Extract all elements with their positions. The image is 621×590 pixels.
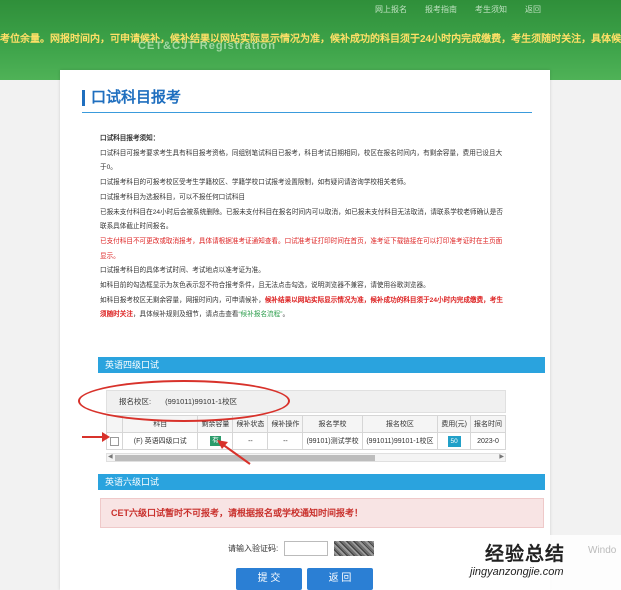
table-row: (F) 英语四级口试 有 -- -- (99101)测试学校 (991011)9… <box>106 432 507 450</box>
annotation-arrow-up-icon <box>217 440 251 465</box>
watermark-url: jingyanzongjie.com <box>470 566 564 578</box>
site-logo-text: CET&CJT Registration <box>138 40 276 52</box>
scroll-right-icon[interactable]: ▶ <box>499 454 504 461</box>
col-header-school: 报名学校 <box>302 415 363 433</box>
table-horizontal-scrollbar[interactable]: ◀ ▶ <box>106 453 506 462</box>
annotation-arrow-left-icon <box>82 432 110 442</box>
title-divider <box>82 112 532 113</box>
notes-line: 口试科目可报考要求考生具有科目报考资格，同组别笔试科目已报考，科目考试日期相同，… <box>100 149 503 172</box>
main-panel: 口试科目报考 口试科目报考须知： 口试科目可报考要求考生具有科目报考资格，同组别… <box>60 70 550 590</box>
top-banner: 网上报名 报考指南 考生须知 返回 考位余量。网报时间内，可申请候补，候补结果以… <box>0 0 621 80</box>
notes-heading: 口试科目报考须知： <box>100 135 160 142</box>
waitlist-suffix: ，具体候补规则及细节，请点击查看 <box>132 311 239 319</box>
page-title: 口试科目报考 <box>82 90 181 106</box>
row-waitlist-action: -- <box>267 432 304 450</box>
cet6-section-header: 英语六级口试 <box>98 474 545 490</box>
cet6-unavailable-alert: CET六级口试暂时不可报考，请根据报名或学校通知时间报考！ <box>100 498 544 528</box>
captcha-image[interactable] <box>334 541 375 556</box>
row-subject: (F) 英语四级口试 <box>121 432 199 450</box>
row-school: (99101)测试学校 <box>302 432 363 450</box>
submit-button[interactable]: 提 交 <box>236 568 302 590</box>
top-nav-item[interactable]: 返回 <box>525 4 541 15</box>
col-header-campus: 报名校区 <box>361 415 439 433</box>
os-activation-hint: Windo <box>588 545 617 556</box>
cet4-section-header: 英语四级口试 <box>98 357 545 373</box>
captcha-label: 请输入验证码: <box>228 544 279 553</box>
watermark-text: 经验总结 <box>485 544 566 565</box>
notes-line: 口试报考科目为选报科目，可以不报任何口试科目 <box>100 193 246 201</box>
col-header-fee: 费用(元) <box>437 415 471 433</box>
fee-badge: 50 <box>447 435 461 447</box>
col-header-time: 报名时间 <box>469 415 507 433</box>
waitlist-end: 。 <box>282 311 290 319</box>
scroll-left-icon[interactable]: ◀ <box>108 454 113 461</box>
notes-line: 口试报考科目的可报考校区受考生学籍校区、学籍学校口试报考设置限制，如有疑问请咨询… <box>100 179 410 187</box>
notes-line: 如科目前的勾选框显示为灰色表示您不符合报考条件，且无法点击勾选，说明浏览器不兼容… <box>100 282 430 290</box>
waitlist-prefix: 如科目报考校区无剩余容量，网报时间内，可申请候补， <box>100 296 265 304</box>
captcha-row: 请输入验证码: <box>228 541 375 556</box>
row-time: 2023-0 <box>469 432 507 450</box>
registration-notes: 口试科目报考须知： 口试科目可报考要求考生具有科目报考资格，同组别笔试科目已报考… <box>100 132 505 323</box>
notes-line: 已报未支付科目在24小时后会被系统删除。已报未支付科目在报名时间内可以取消，如已… <box>100 208 503 231</box>
top-nav-item[interactable]: 考生须知 <box>475 4 507 15</box>
captcha-input[interactable] <box>284 541 329 556</box>
top-nav-item[interactable]: 网上报名 <box>375 4 407 15</box>
notes-waitlist-line: 如科目报考校区无剩余容量，网报时间内，可申请候补，候补结果以网站实际显示情况为准… <box>100 294 505 323</box>
col-header-waitlist-action: 候补操作 <box>267 415 304 433</box>
top-nav: 网上报名 报考指南 考生须知 返回 <box>375 4 541 15</box>
back-button[interactable]: 返 回 <box>307 568 373 590</box>
annotation-ellipse <box>78 380 290 422</box>
notice-marquee: 考位余量。网报时间内，可申请候补，候补结果以网站实际显示情况为准，候补成功的科目… <box>0 34 621 45</box>
notes-line: 口试报考科目的具体考试时间、考试地点以准考证为准。 <box>100 267 265 275</box>
row-campus: (991011)99101-1校区 <box>361 432 439 450</box>
row-fee-cell: 50 <box>437 432 471 450</box>
waitlist-process-link[interactable]: “候补报名流程” <box>238 311 282 318</box>
notes-warning-line: 已支付科目不可更改或取消报考，具体请根据准考证通知查看。口试准考证打印时间在首页… <box>100 237 503 260</box>
top-nav-item[interactable]: 报考指南 <box>425 4 457 15</box>
